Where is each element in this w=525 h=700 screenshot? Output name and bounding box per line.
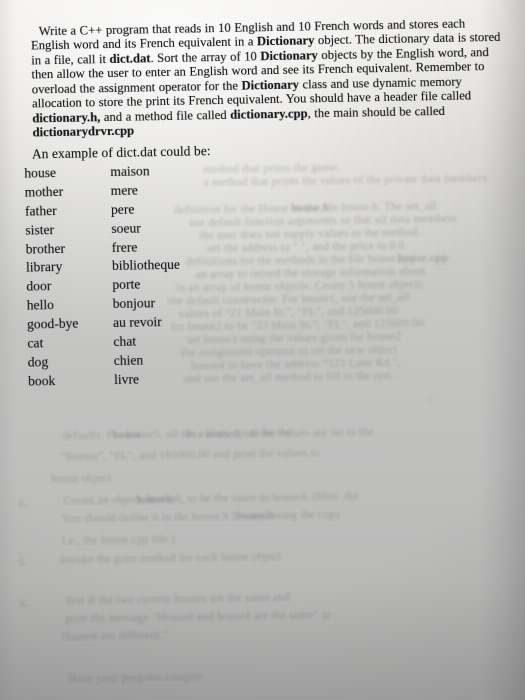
scanned-page: method that prints the game. a method tha… (0, 0, 525, 700)
english-word: hello (26, 297, 55, 313)
assignment-paragraph: Write a C++ program that reads in 10 Eng… (31, 16, 503, 140)
english-word: library (25, 259, 63, 276)
french-word: pere (110, 201, 135, 217)
paragraph-text-run: and a method file called (100, 107, 231, 124)
french-word: bonjour (112, 295, 156, 312)
french-word: maison (110, 163, 150, 180)
emphasized-term: dictionarydrvr.cpp (32, 123, 135, 140)
example-heading: An example of dict.dat could be: (31, 143, 211, 162)
english-word: mother (24, 183, 64, 200)
english-word: good-bye (26, 315, 79, 332)
emphasized-term: dict.dat (109, 51, 151, 66)
french-word: frere (111, 239, 138, 255)
english-word: book (27, 372, 56, 389)
french-word: mere (110, 182, 138, 198)
paragraph-text-run: . Sort the array of 10 (150, 49, 261, 66)
emphasized-term: Dictionary (241, 77, 300, 93)
french-word: chien (113, 352, 144, 368)
english-word: dog (27, 354, 49, 370)
printed-content-layer: Write a C++ program that reads in 10 Eng… (0, 0, 525, 700)
emphasized-term: dictionary.cpp (230, 106, 308, 122)
english-word: door (26, 278, 52, 294)
english-word: brother (25, 240, 66, 257)
french-word: bibliotheque (111, 257, 181, 274)
emphasized-term: Dictionary (260, 48, 318, 64)
english-word: father (24, 202, 57, 219)
french-word: chat (113, 333, 137, 350)
english-word: cat (27, 335, 44, 351)
french-word: soeur (111, 220, 141, 236)
french-word: au revoir (112, 314, 162, 331)
french-word: livre (113, 371, 140, 387)
english-word: sister (25, 221, 55, 238)
emphasized-term: dictionary.h, (32, 109, 101, 126)
english-word: house (24, 165, 57, 181)
french-word: porte (112, 276, 141, 293)
english-french-word-list: house maison mother mere father pere sister soe… (22, 163, 180, 393)
emphasized-term: Dictionary (256, 33, 315, 49)
paragraph-text-run: , the main should be called (307, 103, 445, 121)
